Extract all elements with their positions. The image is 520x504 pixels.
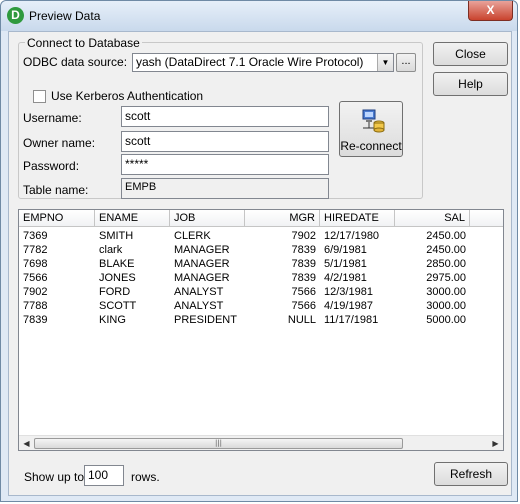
cell-job: MANAGER — [174, 258, 230, 270]
title-bar[interactable]: D Preview Data X — [1, 1, 517, 31]
window-title: Preview Data — [29, 9, 101, 23]
cell-ename: BLAKE — [99, 258, 135, 270]
cell-sal: 3000.00 — [426, 300, 466, 312]
column-header-job[interactable]: JOB — [170, 210, 245, 227]
odbc-label: ODBC data source: — [23, 55, 128, 69]
cell-ename: FORD — [99, 286, 131, 298]
cell-job: ANALYST — [174, 300, 224, 312]
rows-limit-field[interactable]: 100 — [84, 465, 124, 486]
cell-empno: 7369 — [23, 230, 48, 242]
cell-mgr: 7902 — [291, 230, 316, 242]
scroll-right-icon[interactable]: ▶ — [489, 437, 502, 450]
cell-sal: 2450.00 — [426, 230, 466, 242]
cell-sal: 2450.00 — [426, 244, 466, 256]
scroll-thumb[interactable]: ||| — [34, 438, 403, 449]
window-close-button[interactable]: X — [468, 1, 513, 21]
network-computer-icon — [362, 109, 385, 133]
cell-hiredate: 12/17/1980 — [324, 230, 380, 242]
chevron-down-icon[interactable]: ▼ — [377, 54, 393, 71]
preview-data-window: D Preview Data X Connect to Database ODB… — [0, 0, 518, 502]
password-field[interactable]: ***** — [121, 154, 329, 175]
cell-job: PRESIDENT — [174, 314, 237, 326]
cell-hiredate: 4/2/1981 — [324, 272, 367, 284]
cell-hiredate: 12/3/1981 — [324, 286, 373, 298]
cell-job: ANALYST — [174, 286, 224, 298]
data-grid[interactable]: EMPNO ENAME JOB MGR HIREDATE SAL 7369 SMITH CLER… — [18, 209, 504, 451]
cell-mgr: 7839 — [291, 244, 316, 256]
kerberos-label: Use Kerberos Authentication — [51, 89, 204, 103]
cell-mgr: 7839 — [291, 258, 316, 270]
show-up-to-label: Show up to — [24, 470, 85, 484]
cell-empno: 7566 — [23, 272, 48, 284]
horizontal-scrollbar[interactable]: ◀ ||| ▶ — [19, 435, 503, 450]
cell-mgr: 7566 — [291, 286, 316, 298]
refresh-button[interactable]: Refresh — [434, 462, 508, 486]
cell-mgr: 7566 — [291, 300, 316, 312]
cell-ename: SCOTT — [99, 300, 137, 312]
close-button[interactable]: Close — [433, 42, 508, 66]
cell-hiredate: 4/19/1987 — [324, 300, 373, 312]
cell-empno: 7902 — [23, 286, 48, 298]
cell-hiredate: 5/1/1981 — [324, 258, 367, 270]
scroll-left-icon[interactable]: ◀ — [20, 437, 33, 450]
cell-ename: SMITH — [99, 230, 134, 242]
cell-empno: 7698 — [23, 258, 48, 270]
column-header-sal[interactable]: SAL — [395, 210, 470, 227]
cell-sal: 2850.00 — [426, 258, 466, 270]
cell-job: CLERK — [174, 230, 211, 242]
cell-hiredate: 6/9/1981 — [324, 244, 367, 256]
owner-name-field[interactable]: scott — [121, 131, 329, 152]
dialog-body: Connect to Database ODBC data source: ya… — [8, 31, 512, 496]
app-logo-icon: D — [7, 7, 24, 24]
cell-ename: KING — [99, 314, 126, 326]
column-header-mgr[interactable]: MGR — [245, 210, 320, 227]
table-name-label: Table name: — [23, 183, 89, 197]
cell-sal: 5000.00 — [426, 314, 466, 326]
cell-empno: 7788 — [23, 300, 48, 312]
kerberos-checkbox[interactable] — [33, 90, 46, 103]
column-header-hiredate[interactable]: HIREDATE — [320, 210, 395, 227]
table-name-field: EMPB — [121, 178, 329, 199]
username-field[interactable]: scott — [121, 106, 329, 127]
cell-mgr: NULL — [287, 314, 316, 326]
cell-empno: 7839 — [23, 314, 48, 326]
connect-to-database-group: Connect to Database ODBC data source: ya… — [18, 36, 423, 199]
odbc-data-source-value: yash (DataDirect 7.1 Oracle Wire Protoco… — [136, 55, 364, 69]
username-label: Username: — [23, 111, 82, 125]
cell-job: MANAGER — [174, 272, 230, 284]
cell-hiredate: 11/17/1981 — [324, 314, 379, 326]
column-header-ename[interactable]: ENAME — [95, 210, 170, 227]
password-label: Password: — [23, 159, 80, 173]
help-button[interactable]: Help — [433, 72, 508, 96]
odbc-data-source-select[interactable]: yash (DataDirect 7.1 Oracle Wire Protoco… — [132, 53, 394, 72]
reconnect-label: Re-connect — [340, 139, 402, 153]
group-label: Connect to Database — [25, 36, 142, 50]
cell-ename: JONES — [99, 272, 136, 284]
cell-sal: 2975.00 — [426, 272, 466, 284]
owner-name-label: Owner name: — [23, 136, 96, 150]
cell-sal: 3000.00 — [426, 286, 466, 298]
cell-ename: clark — [99, 244, 123, 256]
cell-empno: 7782 — [23, 244, 48, 256]
column-header-empno[interactable]: EMPNO — [19, 210, 95, 227]
column-header-filler — [470, 210, 503, 227]
browse-data-source-button[interactable]: ... — [396, 53, 416, 72]
rows-label: rows. — [131, 470, 160, 484]
reconnect-button[interactable]: Re-connect — [339, 101, 403, 157]
cell-job: MANAGER — [174, 244, 230, 256]
cell-mgr: 7839 — [291, 272, 316, 284]
